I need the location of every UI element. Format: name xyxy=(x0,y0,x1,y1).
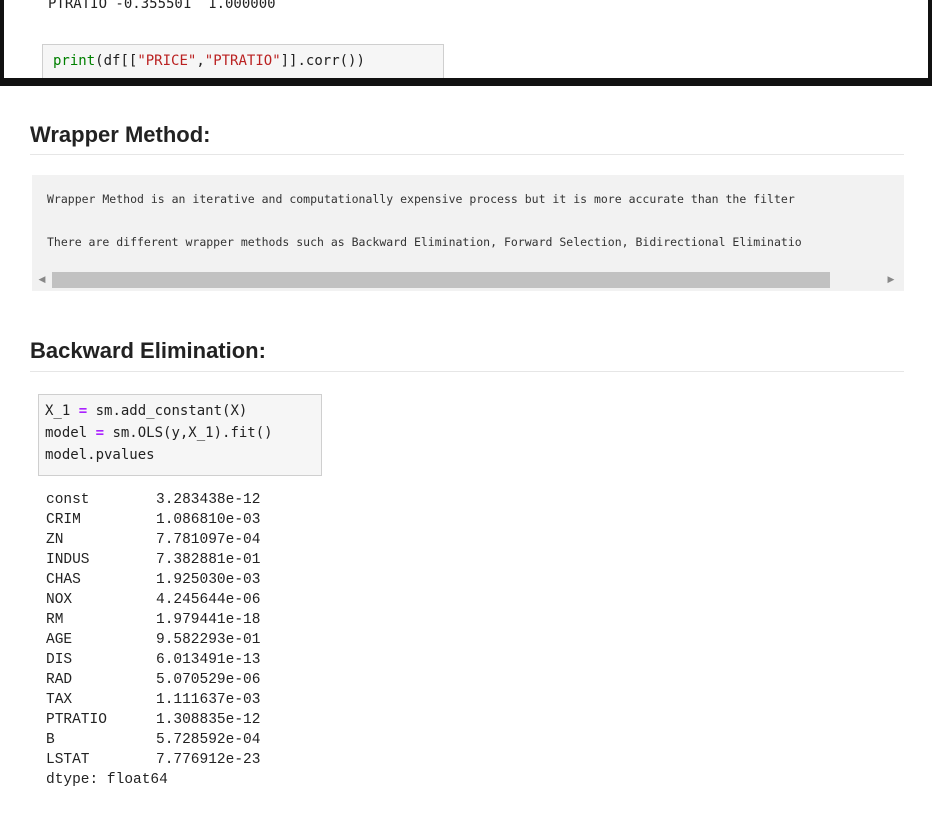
pvalue-feature: LSTAT xyxy=(46,752,90,768)
pvalue-row: B 5.728592e-04 xyxy=(46,730,260,750)
code-token: "PTRATIO" xyxy=(204,53,281,69)
wrapper-text-block: Wrapper Method is an iterative and compu… xyxy=(32,175,904,291)
code-token: sm.add_constant(X) xyxy=(87,403,248,419)
pvalue-row: TAX 1.111637e-03 xyxy=(46,690,260,710)
pvalue-row: AGE 9.582293e-01 xyxy=(46,630,260,650)
scrollbar-thumb[interactable] xyxy=(52,272,830,288)
scroll-left-icon[interactable]: ◀ xyxy=(35,273,49,287)
pvalue-value: 7.781097e-04 xyxy=(156,532,261,548)
pvalue-row: DIS 6.013491e-13 xyxy=(46,650,260,670)
pvalue-row: ZN 7.781097e-04 xyxy=(46,530,260,550)
code-line: print(df[["PRICE","PTRATIO"]].corr()) xyxy=(53,53,365,69)
pvalue-row: PTRATIO 1.308835e-12 xyxy=(46,710,260,730)
pvalue-feature: ZN xyxy=(46,532,64,548)
pvalue-row: NOX 4.245644e-06 xyxy=(46,590,260,610)
code-line: X_1 = sm.add_constant(X) xyxy=(45,403,247,419)
pvalue-value: 6.013491e-13 xyxy=(156,652,261,668)
code-cell-backward[interactable]: X_1 = sm.add_constant(X) model = sm.OLS(… xyxy=(38,394,322,476)
pvalue-row: const 3.283438e-12 xyxy=(46,490,260,510)
code-token: ]].corr()) xyxy=(280,53,365,69)
pvalue-value: 5.728592e-04 xyxy=(156,732,261,748)
pvalue-feature: TAX xyxy=(46,692,73,708)
pvalue-feature: NOX xyxy=(46,592,73,608)
code-token: = xyxy=(78,403,88,419)
pvalue-value: 1.308835e-12 xyxy=(156,712,261,728)
code-token: model.pvalues xyxy=(45,447,155,463)
wrapper-line-1: Wrapper Method is an iterative and compu… xyxy=(47,192,795,206)
pvalue-value: 1.925030e-03 xyxy=(156,572,261,588)
previous-output: PTRATIO -0.355501 1.000000 xyxy=(48,0,276,12)
divider xyxy=(30,154,904,155)
code-cell-corr[interactable]: print(df[["PRICE","PTRATIO"]].corr()) xyxy=(42,44,444,78)
code-token: = xyxy=(95,425,105,441)
pvalue-value: 1.111637e-03 xyxy=(156,692,261,708)
pvalue-feature: RM xyxy=(46,612,64,628)
pvalue-value: 7.382881e-01 xyxy=(156,552,261,568)
code-token: model xyxy=(45,425,96,441)
pvalue-value: 5.070529e-06 xyxy=(156,672,261,688)
pvalue-feature: CRIM xyxy=(46,512,81,528)
pvalue-feature: B xyxy=(46,732,55,748)
pvalue-feature: RAD xyxy=(46,672,73,688)
pvalue-feature: AGE xyxy=(46,632,73,648)
pvalue-value: 3.283438e-12 xyxy=(156,492,261,508)
pvalue-value: 4.245644e-06 xyxy=(156,592,261,608)
pvalue-row: RAD 5.070529e-06 xyxy=(46,670,260,690)
dtype-line: dtype: float64 xyxy=(46,772,168,788)
backward-heading: Backward Elimination: xyxy=(30,338,266,363)
pvalue-value: 1.979441e-18 xyxy=(156,612,261,628)
wrapper-line-2: There are different wrapper methods such… xyxy=(47,235,802,249)
wrapper-heading: Wrapper Method: xyxy=(30,122,211,147)
pvalue-feature: PTRATIO xyxy=(46,712,107,728)
code-line: model = sm.OLS(y,X_1).fit() xyxy=(45,425,273,441)
code-token: (df[[ xyxy=(95,53,138,69)
code-token: "PRICE" xyxy=(137,53,197,69)
pvalue-value: 1.086810e-03 xyxy=(156,512,261,528)
code-token: sm.OLS(y,X_1).fit() xyxy=(104,425,273,441)
top-cell-area: PTRATIO -0.355501 1.000000 print(df[["PR… xyxy=(4,0,928,78)
code-line: model.pvalues xyxy=(45,447,155,463)
pvalue-value: 9.582293e-01 xyxy=(156,632,261,648)
pvalue-feature: DIS xyxy=(46,652,73,668)
pvalues-output: const 3.283438e-12 CRIM 1.086810e-03 ZN 7.781… xyxy=(46,490,260,790)
pvalue-feature: const xyxy=(46,492,90,508)
pvalue-feature: INDUS xyxy=(46,552,90,568)
scroll-right-icon[interactable]: ▶ xyxy=(884,273,898,287)
code-token: , xyxy=(196,53,205,69)
code-token: print xyxy=(53,53,96,69)
pvalue-row: INDUS 7.382881e-01 xyxy=(46,550,260,570)
pvalue-feature: CHAS xyxy=(46,572,81,588)
pvalue-row: RM 1.979441e-18 xyxy=(46,610,260,630)
top-cell-frame: PTRATIO -0.355501 1.000000 print(df[["PR… xyxy=(0,0,932,86)
code-token: X_1 xyxy=(45,403,79,419)
pvalue-row: CRIM 1.086810e-03 xyxy=(46,510,260,530)
horizontal-scrollbar[interactable]: ◀ ▶ xyxy=(32,270,904,290)
pvalue-value: 7.776912e-23 xyxy=(156,752,261,768)
pvalue-row: LSTAT 7.776912e-23 xyxy=(46,750,260,770)
pvalue-row: CHAS 1.925030e-03 xyxy=(46,570,260,590)
divider xyxy=(30,371,904,372)
